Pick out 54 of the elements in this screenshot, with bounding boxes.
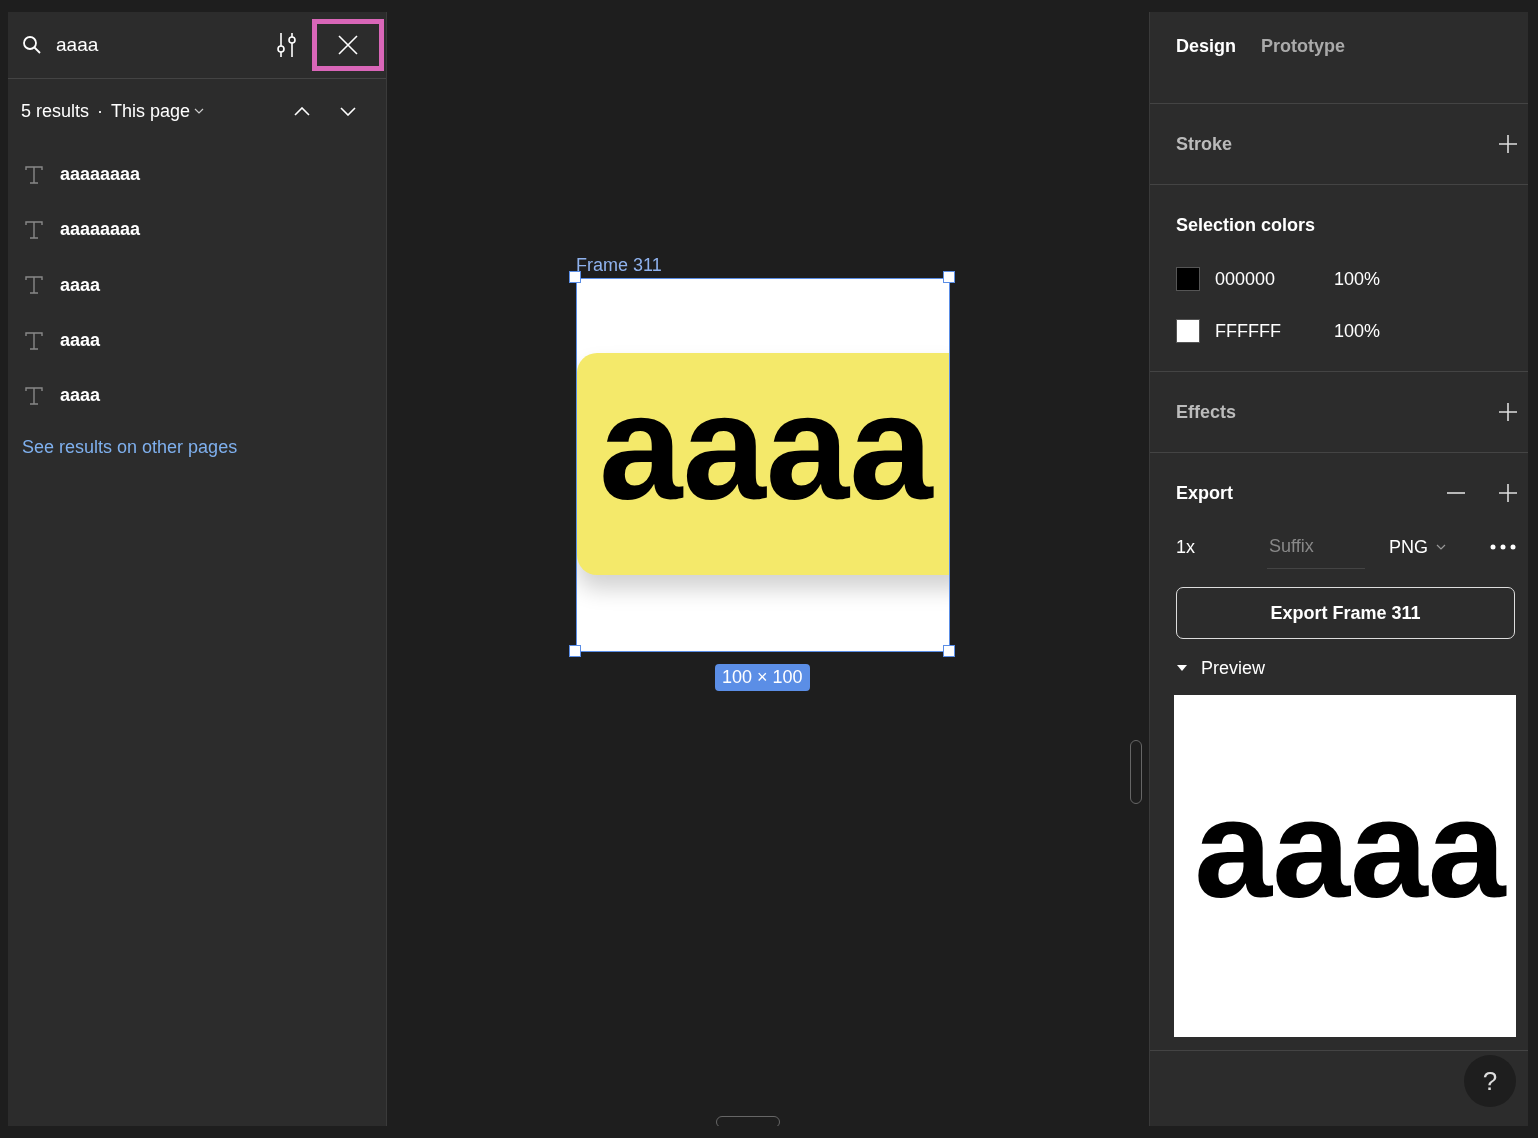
close-icon	[338, 35, 358, 55]
chevron-down-icon	[1436, 544, 1447, 550]
section-title: Export	[1176, 482, 1233, 504]
scope-dropdown[interactable]: This page	[111, 100, 205, 122]
panel-tab[interactable]: Design	[1176, 34, 1236, 58]
results-count: 5 results	[21, 100, 90, 122]
scale-value[interactable]: 1x	[1176, 536, 1195, 558]
chevron-down-icon	[194, 108, 205, 114]
plus-icon[interactable]	[1498, 402, 1518, 422]
resize-handle[interactable]	[943, 271, 955, 283]
text-layer-icon	[25, 276, 43, 295]
plus-icon[interactable]	[1498, 134, 1518, 154]
search-field[interactable]: aaaa	[56, 34, 256, 56]
export-button[interactable]: Export Frame 311	[1176, 587, 1515, 639]
panel-tab[interactable]: Prototype	[1261, 34, 1346, 58]
resize-handle[interactable]	[569, 645, 581, 657]
artwork-text: aaaa	[599, 372, 933, 522]
help-button[interactable]: ?	[1464, 1055, 1516, 1107]
hex-value[interactable]: 000000	[1215, 268, 1334, 290]
color-swatch[interactable]	[1176, 267, 1200, 291]
resize-handle[interactable]	[569, 271, 581, 283]
section-title: Stroke	[1176, 133, 1233, 155]
chevron-up-icon[interactable]	[294, 106, 310, 116]
opacity-value[interactable]: 100%	[1334, 268, 1381, 290]
result-item[interactable]: aaaa	[60, 385, 101, 407]
hex-value[interactable]: FFFFFF	[1215, 320, 1334, 342]
section-title: Effects	[1176, 401, 1237, 423]
more-icon[interactable]	[1490, 544, 1516, 550]
result-item[interactable]: aaaa	[60, 330, 101, 352]
plus-icon[interactable]	[1498, 483, 1518, 503]
preview-toggle[interactable]: Preview	[1176, 643, 1266, 693]
text-layer-icon	[25, 331, 43, 350]
text-layer-icon	[25, 220, 43, 239]
color-swatch[interactable]	[1176, 319, 1200, 343]
close-button[interactable]	[312, 19, 384, 71]
preview-text: aaaa	[1194, 779, 1506, 919]
separator-dot: ·	[97, 100, 104, 122]
size-badge: 100 × 100	[715, 664, 810, 691]
format-dropdown[interactable]: PNG	[1389, 536, 1447, 558]
filter-icon[interactable]	[276, 32, 298, 58]
text-layer-icon	[25, 165, 43, 184]
text-layer-icon	[25, 386, 43, 405]
result-item[interactable]: aaaaaaaa	[60, 164, 141, 186]
search-icon	[22, 35, 42, 55]
chevron-down-icon[interactable]	[340, 106, 356, 116]
opacity-value[interactable]: 100%	[1334, 320, 1381, 342]
result-item[interactable]: aaaa	[60, 274, 101, 296]
frame-artboard[interactable]: aaaa	[576, 278, 950, 652]
resize-handle[interactable]	[943, 645, 955, 657]
other-pages-link[interactable]: See results on other pages	[22, 437, 238, 459]
suffix-field[interactable]: Suffix	[1267, 525, 1365, 569]
section-title: Selection colors	[1176, 214, 1316, 236]
result-item[interactable]: aaaaaaaa	[60, 219, 141, 241]
frame-label[interactable]: Frame 311	[576, 255, 662, 276]
